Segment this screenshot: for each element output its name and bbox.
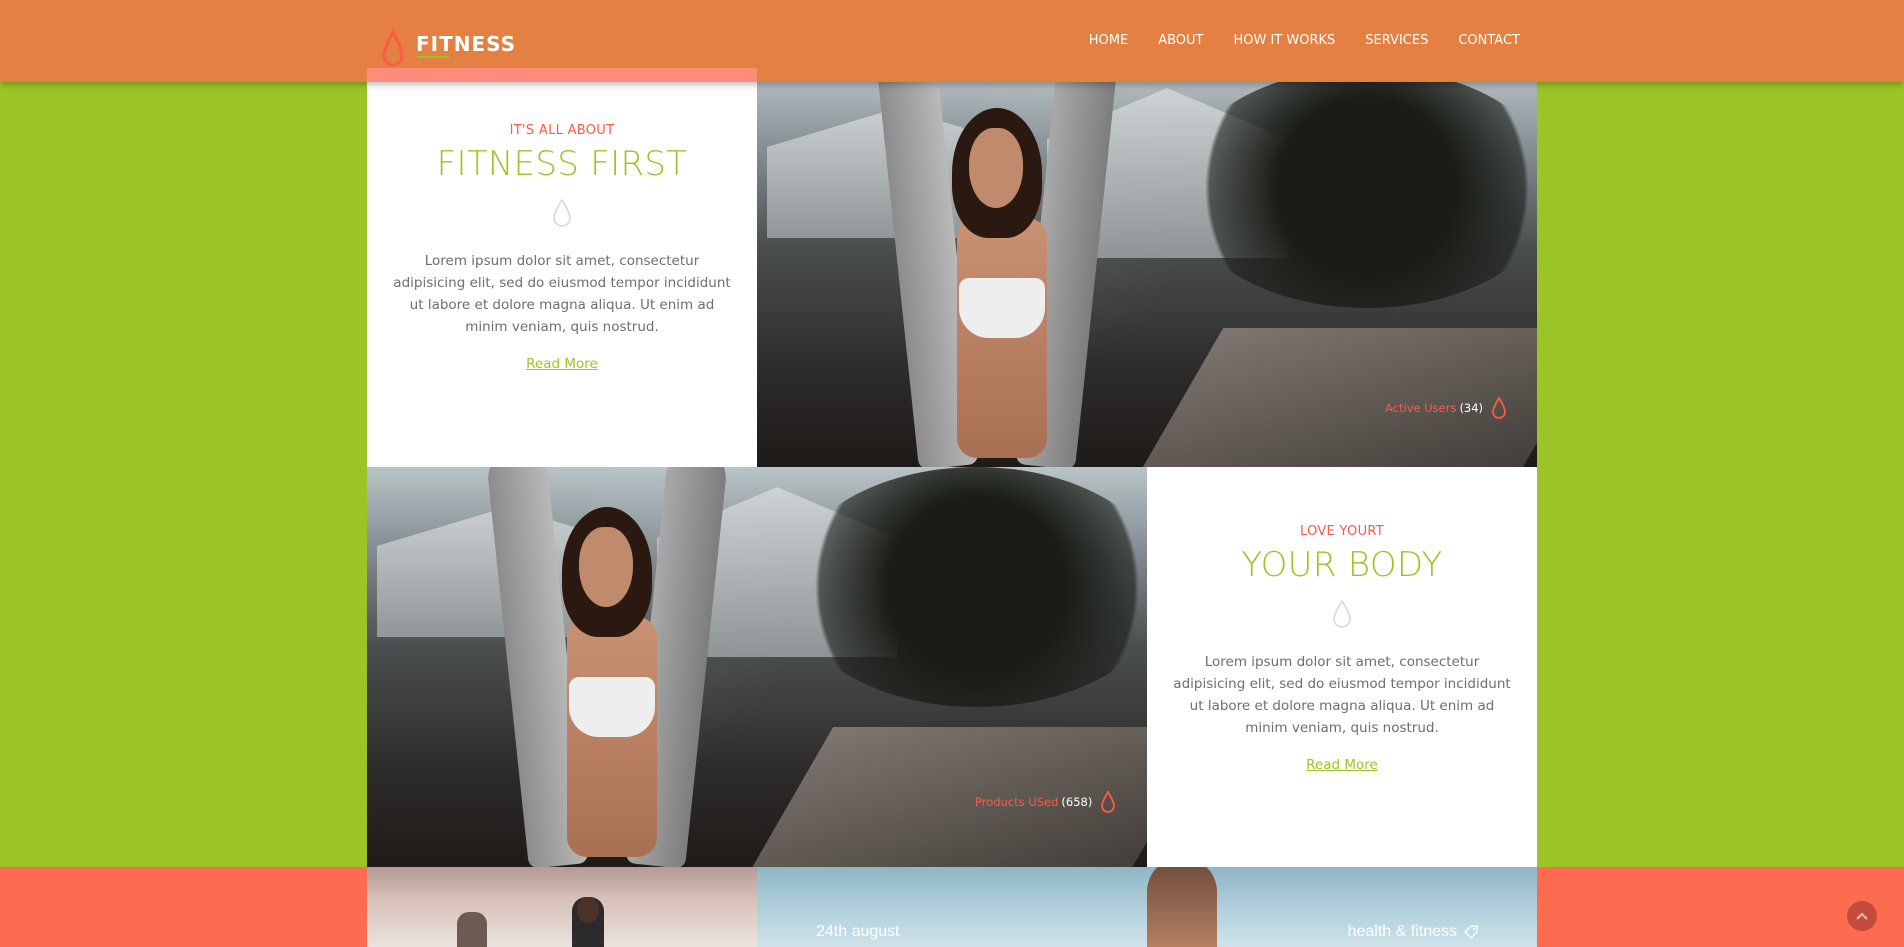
feature-heading: FITNESS FIRST [436, 144, 688, 184]
feature-heading: YOUR BODY [1241, 545, 1443, 585]
feature-description: Lorem ipsum dolor sit amet, consectetur … [1173, 654, 1511, 736]
scroll-to-top-button[interactable] [1847, 901, 1877, 931]
badge-count: (34) [1459, 401, 1484, 415]
nav-how-it-works[interactable]: HOW IT WORKS [1233, 33, 1335, 48]
tag-icon [1464, 925, 1478, 939]
logo-underline [417, 56, 449, 58]
feature-fitness-first: IT'S ALL ABOUT FITNESS FIRST Lorem ipsum… [367, 68, 757, 467]
background-trees [1177, 68, 1537, 308]
drop-icon [1101, 790, 1116, 813]
blog-date: 24th august [816, 923, 900, 940]
main-nav: HOME ABOUT HOW IT WORKS SERVICES CONTACT [1059, 33, 1520, 48]
feature-photo: Active Users (34) [757, 68, 1537, 467]
chevron-up-icon [1856, 912, 1868, 920]
blog-category[interactable]: health & fitness [1348, 923, 1479, 941]
blog-photo-runners [367, 867, 757, 947]
woman-figure [485, 467, 729, 867]
read-more-link[interactable]: Read More [1306, 757, 1378, 773]
feature-kicker: IT'S ALL ABOUT [509, 123, 615, 138]
feature-photo: Products USed (658) [367, 467, 1147, 867]
header-highlight-strip [367, 68, 757, 82]
logo-text: FITNESS [416, 32, 517, 56]
blog-post-card[interactable]: 24th august health & fitness [757, 867, 1537, 947]
nav-about[interactable]: ABOUT [1158, 33, 1203, 48]
blog-category-label: health & fitness [1347, 923, 1457, 940]
badge-label: Products USed [975, 795, 1059, 809]
drop-icon [1492, 396, 1506, 419]
badge-label: Active Users [1385, 401, 1457, 415]
products-used-badge: Products USed (658) [975, 790, 1116, 814]
drop-icon [553, 198, 571, 227]
feature-description: Lorem ipsum dolor sit amet, consectetur … [393, 253, 731, 335]
badge-count: (658) [1061, 795, 1093, 809]
swimmer-figure [1147, 867, 1217, 947]
nav-services[interactable]: SERVICES [1365, 33, 1428, 48]
runner-head [577, 897, 599, 923]
nav-home[interactable]: HOME [1089, 33, 1128, 48]
feature-your-body: LOVE YOURT YOUR BODY Lorem ipsum dolor s… [1147, 467, 1537, 867]
woman-figure [875, 68, 1119, 467]
feature-kicker: LOVE YOURT [1299, 524, 1385, 539]
drop-icon [382, 30, 404, 67]
active-users-badge: Active Users (34) [1385, 396, 1507, 420]
site-header: FITNESS HOME ABOUT HOW IT WORKS SERVICES… [0, 0, 1904, 82]
runner-figure [457, 912, 487, 947]
drop-icon [1333, 599, 1351, 628]
background-trees [787, 467, 1147, 707]
read-more-link[interactable]: Read More [526, 356, 598, 372]
nav-contact[interactable]: CONTACT [1458, 33, 1520, 48]
